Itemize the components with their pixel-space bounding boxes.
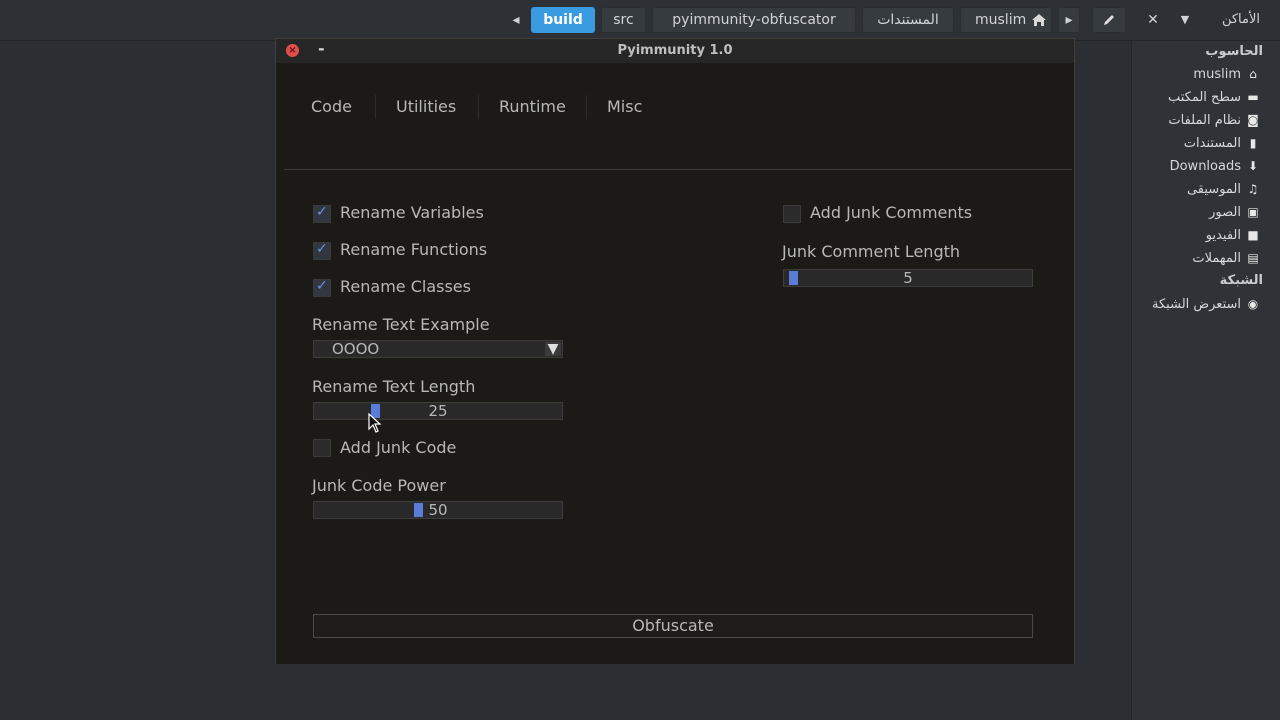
add-junk-code-checkbox[interactable] — [313, 439, 331, 457]
download-icon: ⬇ — [1247, 159, 1259, 173]
breadcrumb-home[interactable]: muslim — [960, 7, 1052, 33]
tab-code[interactable]: Code — [311, 97, 352, 116]
sidebar-item-label: المستندات — [1183, 135, 1241, 151]
window-content: Code Utilities Runtime Misc ✓ Rename Var… — [276, 64, 1074, 664]
trash-icon: ▤ — [1247, 251, 1259, 265]
sidebar-item-desktop[interactable]: ▬ سطح المكتب — [1168, 87, 1261, 107]
tab-separator — [586, 95, 587, 119]
music-icon: ♫ — [1247, 182, 1259, 196]
pencil-icon — [1102, 15, 1116, 31]
sidebar-item-label: استعرض الشبكة — [1152, 296, 1241, 312]
close-sidebar-icon[interactable]: ✕ — [1143, 7, 1163, 33]
obfuscate-button[interactable]: Obfuscate — [313, 614, 1033, 638]
sidebar-item-label: الموسيقى — [1186, 181, 1241, 197]
rename-text-example-value: OOOO — [332, 340, 380, 358]
desktop-icon: ▬ — [1247, 90, 1259, 104]
places-label: الأماكن — [1221, 12, 1261, 27]
window-titlebar[interactable]: × - Pyimmunity 1.0 — [276, 39, 1074, 63]
mouse-pointer-icon — [368, 412, 382, 433]
dropdown-arrow-icon: ▼ — [545, 342, 561, 356]
breadcrumb-pyimmunity-obfuscator[interactable]: pyimmunity-obfuscator — [652, 7, 856, 33]
window-title: Pyimmunity 1.0 — [617, 43, 733, 58]
sidebar-item-label: الصور — [1209, 204, 1241, 220]
globe-icon: ◉ — [1247, 297, 1259, 311]
rename-functions-label: Rename Functions — [340, 240, 488, 259]
sidebar-item-browse-network[interactable]: ◉ استعرض الشبكة — [1152, 294, 1261, 314]
rename-text-example-label: Rename Text Example — [312, 315, 490, 334]
junk-comment-length-label: Junk Comment Length — [782, 242, 961, 261]
chevron-left-icon[interactable]: ◂ — [508, 7, 524, 33]
rename-text-length-value: 25 — [428, 402, 448, 420]
sidebar-item-trash[interactable]: ▤ المهملات — [1192, 248, 1261, 268]
tab-separator — [478, 95, 479, 119]
sidebar-item-label: الفيديو — [1205, 227, 1241, 243]
junk-code-power-slider[interactable]: 50 — [313, 501, 563, 519]
add-junk-comments-label: Add Junk Comments — [810, 203, 973, 222]
rename-text-example-select[interactable]: OOOO ▼ — [313, 340, 563, 358]
sidebar-item-music[interactable]: ♫ الموسيقى — [1187, 179, 1261, 199]
junk-comment-length-slider[interactable]: 5 — [783, 269, 1033, 287]
sidebar-section-computer: الحاسوب — [1205, 44, 1263, 59]
tab-utilities[interactable]: Utilities — [396, 97, 456, 116]
rename-variables-checkbox[interactable]: ✓ — [313, 204, 331, 223]
checkmark-icon: ✓ — [316, 204, 328, 220]
junk-comment-length-value: 5 — [903, 269, 913, 287]
breadcrumb-home-label: muslim — [975, 12, 1027, 28]
sidebar-item-documents[interactable]: ▮ المستندات — [1184, 133, 1261, 153]
sidebar-item-filesystem[interactable]: ◙ نظام الملفات — [1168, 110, 1261, 130]
rename-text-length-slider[interactable]: 25 — [313, 402, 563, 420]
sidebar-item-label: muslim — [1193, 66, 1241, 82]
sidebar-item-label: المهملات — [1192, 250, 1241, 266]
sidebar-item-downloads[interactable]: ⬇ Downloads — [1170, 156, 1261, 176]
drive-icon: ◙ — [1247, 113, 1259, 127]
tabs-divider — [284, 169, 1072, 170]
junk-code-power-label: Junk Code Power — [312, 476, 446, 495]
pyimmunity-window: × - Pyimmunity 1.0 Code Utilities Runtim… — [275, 38, 1075, 664]
breadcrumb-src[interactable]: src — [601, 7, 646, 33]
sidebar-item-home[interactable]: ⌂ muslim — [1193, 64, 1261, 84]
rename-text-length-label: Rename Text Length — [312, 377, 476, 396]
document-icon: ▮ — [1249, 136, 1257, 150]
breadcrumb-documents[interactable]: المستندات — [862, 7, 954, 33]
places-sidebar: الحاسوب ⌂ muslim ▬ سطح المكتب ◙ نظام الم… — [1131, 41, 1280, 720]
video-icon: ■ — [1247, 228, 1259, 242]
checkmark-icon: ✓ — [316, 241, 328, 257]
chevron-right-icon[interactable]: ▸ — [1058, 7, 1080, 33]
rename-classes-checkbox[interactable]: ✓ — [313, 278, 331, 297]
header-bar: ◂ build src pyimmunity-obfuscator المستن… — [0, 0, 1280, 41]
sidebar-item-label: Downloads — [1169, 158, 1241, 174]
sidebar-item-videos[interactable]: ■ الفيديو — [1206, 225, 1261, 245]
tab-separator — [375, 95, 376, 119]
junk-code-power-value: 50 — [428, 501, 448, 519]
image-icon: ▣ — [1247, 205, 1259, 219]
home-icon: ⌂ — [1249, 67, 1257, 81]
tab-misc[interactable]: Misc — [607, 97, 642, 116]
rename-variables-label: Rename Variables — [340, 203, 484, 222]
checkmark-icon: ✓ — [316, 278, 328, 294]
tab-runtime[interactable]: Runtime — [499, 97, 566, 116]
rename-functions-checkbox[interactable]: ✓ — [313, 241, 331, 260]
places-dropdown-icon[interactable]: ▼ — [1176, 7, 1194, 33]
sidebar-item-label: سطح المكتب — [1167, 89, 1241, 105]
breadcrumb-build[interactable]: build — [531, 7, 595, 33]
sidebar-item-label: نظام الملفات — [1168, 112, 1241, 128]
rename-classes-label: Rename Classes — [340, 277, 471, 296]
add-junk-code-label: Add Junk Code — [340, 438, 457, 457]
add-junk-comments-checkbox[interactable] — [783, 205, 801, 223]
edit-location-button[interactable] — [1092, 7, 1126, 33]
sidebar-item-pictures[interactable]: ▣ الصور — [1209, 202, 1261, 222]
sidebar-section-network: الشبكة — [1219, 273, 1263, 288]
home-icon — [1031, 8, 1047, 40]
